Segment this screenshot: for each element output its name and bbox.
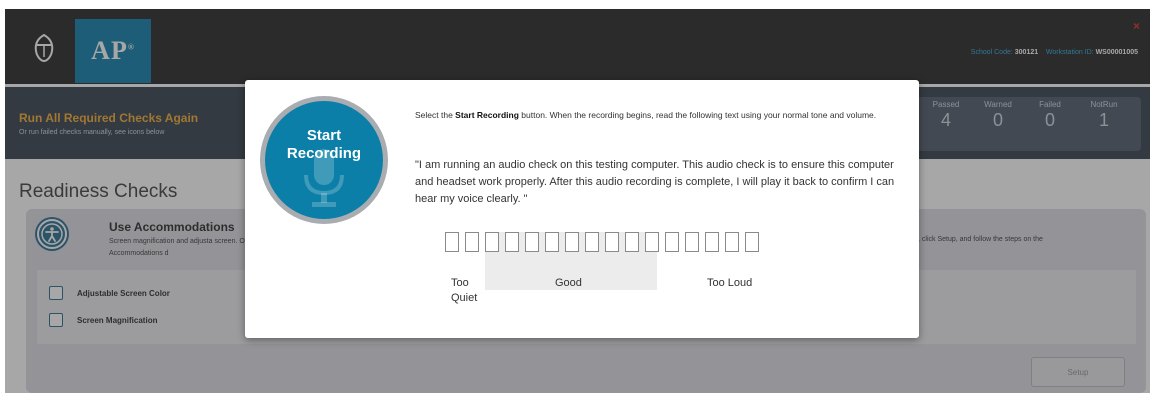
- meter-segment: [605, 232, 619, 252]
- meter-segment: [565, 232, 579, 252]
- start-recording-line2: Recording: [286, 145, 362, 162]
- meter-segment: [585, 232, 599, 252]
- meter-segment: [685, 232, 699, 252]
- too-loud-label: Too Loud: [707, 277, 753, 289]
- meter-segment: [665, 232, 679, 252]
- too-quiet-label: Too Quiet: [451, 276, 477, 306]
- meter-segment: [545, 232, 559, 252]
- reading-passage: "I am running an audio check on this tes…: [415, 159, 895, 205]
- audio-check-dialog: Start Recording Select the Start Recordi…: [245, 80, 919, 338]
- start-recording-label: Start Recording: [265, 127, 383, 163]
- instr-suffix: button. When the recording begins, read …: [518, 110, 877, 120]
- app-window: AP® School Code: 300121 Workstation ID: …: [5, 9, 1150, 393]
- too-quiet-line2: Quiet: [451, 292, 478, 304]
- instr-prefix: Select the: [415, 110, 456, 120]
- meter-segment: [465, 232, 479, 252]
- meter-segment: [525, 232, 539, 252]
- instr-bold: Start Recording: [455, 110, 519, 120]
- meter-segment: [745, 232, 759, 252]
- meter-segment: [705, 232, 719, 252]
- meter-segment: [445, 232, 459, 252]
- meter-segment: [625, 232, 639, 252]
- meter-segment: [725, 232, 739, 252]
- too-quiet-line1: Too: [451, 277, 469, 289]
- start-recording-line1: Start: [306, 127, 342, 144]
- recording-instructions: Select the Start Recording button. When …: [415, 108, 895, 122]
- meter-segment: [505, 232, 519, 252]
- meter-segment: [645, 232, 659, 252]
- start-recording-button[interactable]: Start Recording: [260, 96, 388, 224]
- good-label: Good: [555, 277, 582, 289]
- meter-segment: [485, 232, 499, 252]
- start-recording-face[interactable]: Start Recording: [265, 101, 383, 219]
